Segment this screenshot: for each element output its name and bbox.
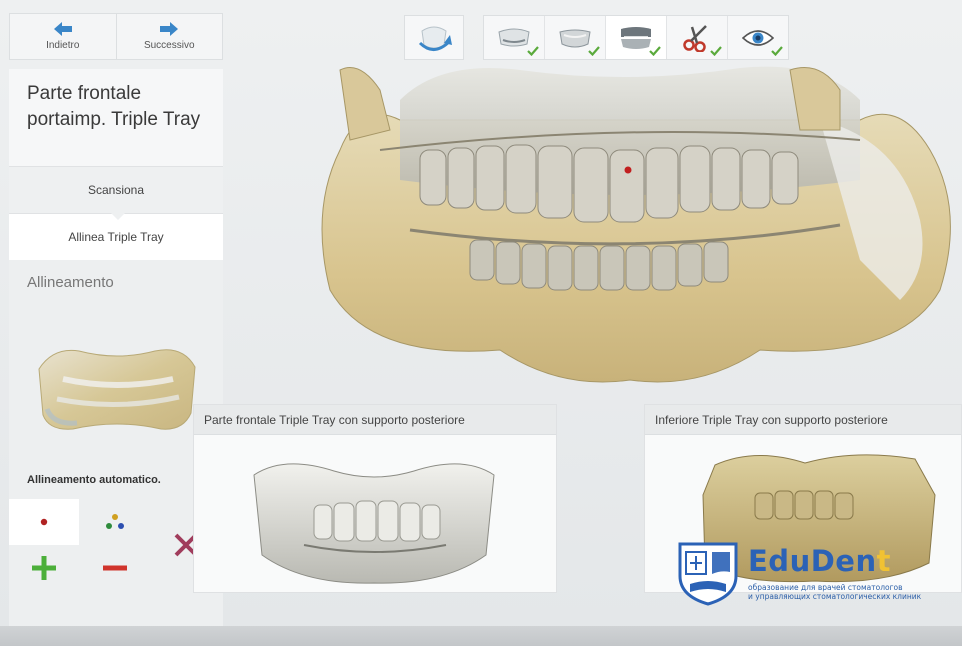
back-button[interactable]: Indietro <box>10 14 116 59</box>
front-tray-view[interactable] <box>194 435 556 592</box>
page-title: Parte frontale portaimp. Triple Tray <box>9 69 223 166</box>
lower-jaw-icon <box>559 29 591 47</box>
brand-tagline-line1: образование для врачей стоматологов <box>748 583 903 592</box>
auto-alignment-label: Allineamento automatico. <box>27 474 161 486</box>
bite-icon <box>621 26 651 49</box>
minus-icon <box>103 565 127 571</box>
plus-icon <box>32 556 56 580</box>
tab-lower-jaw[interactable] <box>545 16 606 59</box>
check-icon <box>588 46 600 56</box>
brand-name: EduDent <box>748 544 891 578</box>
next-label: Successivo <box>143 40 195 51</box>
brand-name-main: EduDen <box>748 544 877 578</box>
navigation-bar: Indietro Successivo <box>9 13 223 60</box>
model-rotate-button[interactable] <box>404 15 464 60</box>
rotate-model-icon <box>418 26 452 51</box>
workflow-panel: Parte frontale portaimp. Triple Tray Sca… <box>9 69 223 626</box>
front-tray-window: Parte frontale Triple Tray con supporto … <box>193 404 557 593</box>
brand-shield-logo <box>678 542 738 606</box>
arrow-right-icon <box>160 22 179 36</box>
single-dot-icon <box>40 518 48 526</box>
brand-tagline: образование для врачей стоматологов и уп… <box>748 583 928 601</box>
upper-jaw-icon <box>498 28 530 46</box>
front-tray-title: Parte frontale Triple Tray con supporto … <box>194 405 556 435</box>
brand-name-end: t <box>876 544 891 578</box>
tab-upper-jaw[interactable] <box>484 16 545 59</box>
eduent-watermark: EduDent образование для врачей стоматоло… <box>676 540 926 606</box>
remove-point-button[interactable] <box>80 545 150 591</box>
jaw-thumbnail-icon <box>38 349 196 430</box>
bottom-bar <box>0 626 962 646</box>
step-scan[interactable]: Scansiona <box>9 166 223 220</box>
dental-model-render <box>321 66 951 383</box>
scissors-icon <box>683 24 707 52</box>
alignment-thumbnail <box>33 339 201 439</box>
three-dots-icon <box>106 514 124 529</box>
workflow-steps-toolbar <box>483 15 789 60</box>
single-point-button[interactable] <box>9 499 79 545</box>
step-align-triple-tray[interactable]: Allinea Triple Tray <box>9 213 223 260</box>
add-point-button[interactable] <box>9 545 79 591</box>
tab-cut[interactable] <box>667 16 728 59</box>
front-tray-model <box>253 463 495 584</box>
back-label: Indietro <box>46 40 80 51</box>
tab-view[interactable] <box>728 16 788 59</box>
main-3d-model[interactable] <box>300 60 962 395</box>
arrow-left-icon <box>53 22 72 36</box>
three-point-button[interactable] <box>80 499 150 545</box>
eye-icon <box>742 29 774 46</box>
brand-tagline-line2: и управляющих стоматологических клиник <box>748 592 922 601</box>
lower-tray-title: Inferiore Triple Tray con supporto poste… <box>645 405 961 435</box>
tab-bite[interactable] <box>606 16 667 59</box>
next-button[interactable]: Successivo <box>115 14 223 59</box>
check-icon <box>527 46 539 56</box>
alignment-tools <box>9 499 223 591</box>
check-icon <box>649 46 661 56</box>
check-icon <box>710 46 722 56</box>
section-title: Allineamento <box>27 274 114 291</box>
check-icon <box>771 46 783 56</box>
